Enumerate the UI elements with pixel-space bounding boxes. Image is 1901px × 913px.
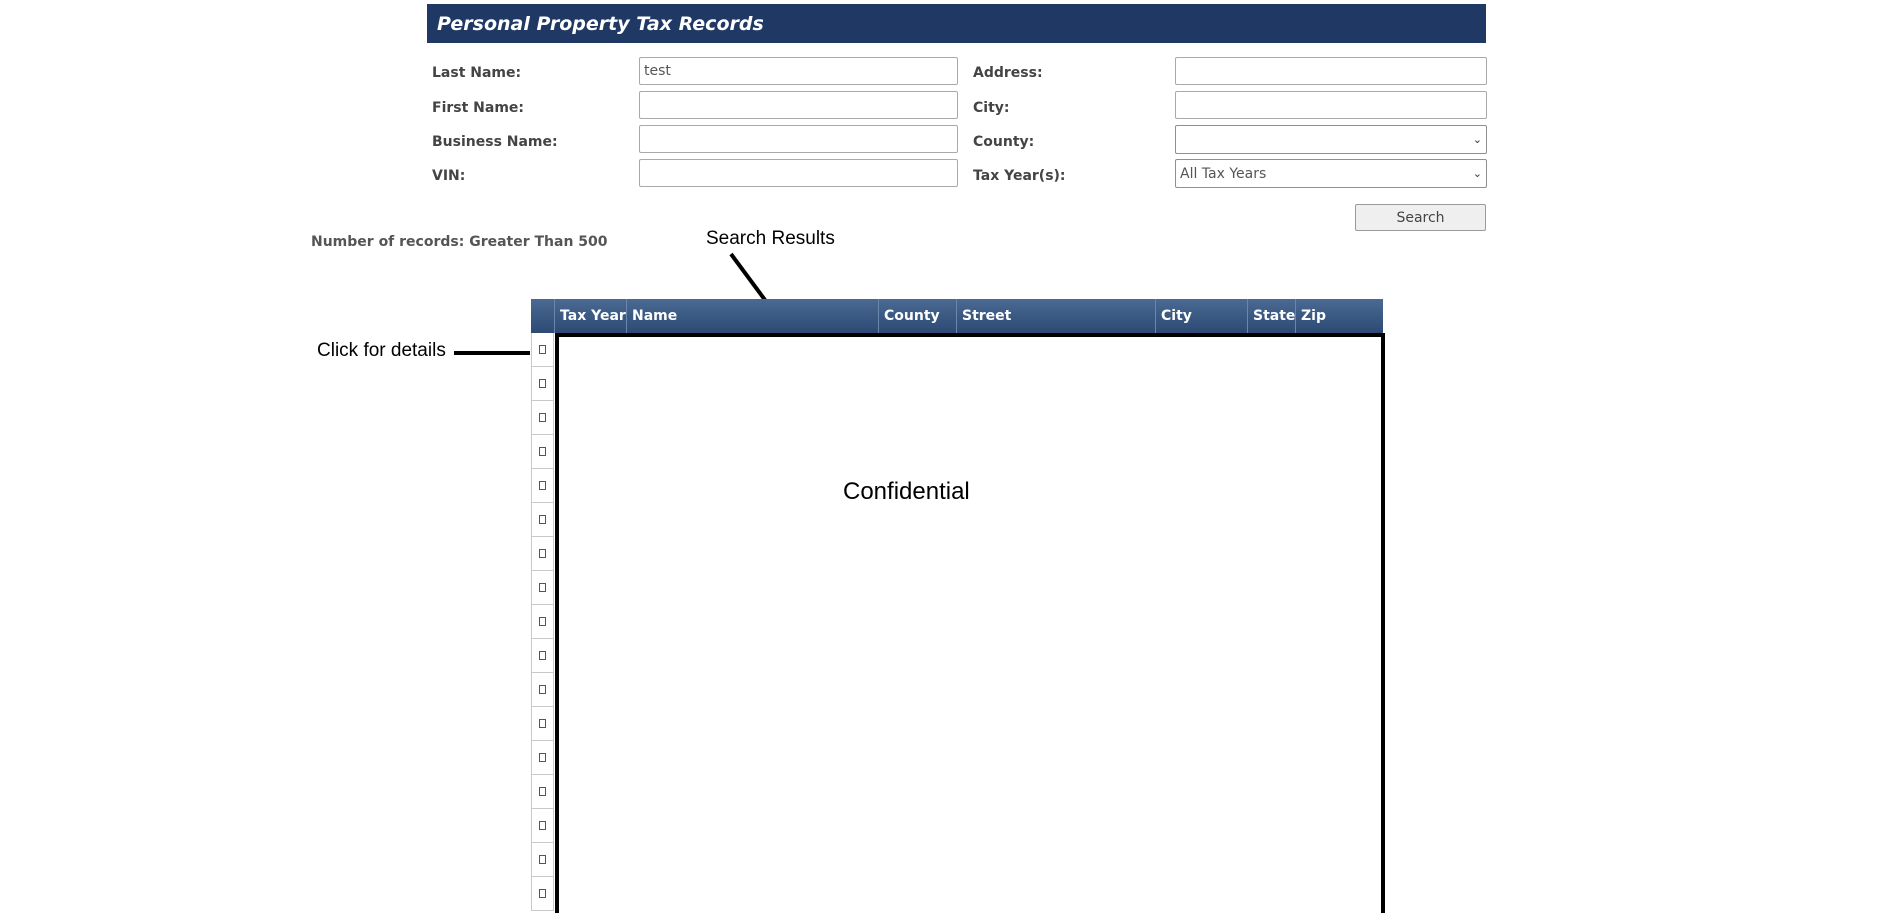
- details-box-icon: [539, 447, 546, 456]
- chevron-down-icon: ⌄: [1472, 167, 1482, 180]
- details-box-icon: [539, 549, 546, 558]
- row-details-selector[interactable]: [531, 639, 554, 673]
- first-name-input[interactable]: [639, 91, 958, 119]
- row-details-selector[interactable]: [531, 843, 554, 877]
- tax-year-label: Tax Year(s):: [973, 168, 1066, 184]
- address-label: Address:: [973, 65, 1043, 81]
- row-details-selector[interactable]: [531, 707, 554, 741]
- annotation-search-results: Search Results: [706, 228, 835, 249]
- details-box-icon: [539, 719, 546, 728]
- row-details-selector[interactable]: [531, 537, 554, 571]
- details-box-icon: [539, 379, 546, 388]
- row-selector-column: [531, 333, 555, 911]
- annotation-click-for-details: Click for details: [317, 340, 446, 361]
- details-box-icon: [539, 651, 546, 660]
- details-box-icon: [539, 821, 546, 830]
- column-header-tax-year[interactable]: Tax Year: [555, 299, 627, 333]
- tax-year-select[interactable]: All Tax Years ⌄: [1175, 159, 1487, 188]
- row-details-selector[interactable]: [531, 367, 554, 401]
- row-details-selector[interactable]: [531, 775, 554, 809]
- row-details-selector[interactable]: [531, 809, 554, 843]
- page-header: Personal Property Tax Records: [427, 4, 1486, 43]
- row-details-selector[interactable]: [531, 673, 554, 707]
- column-header-zip[interactable]: Zip: [1296, 299, 1383, 333]
- city-label: City:: [973, 100, 1010, 116]
- row-details-selector[interactable]: [531, 435, 554, 469]
- redacted-results-area: [555, 333, 1385, 913]
- details-box-icon: [539, 889, 546, 898]
- city-input[interactable]: [1175, 91, 1487, 119]
- column-header-county[interactable]: County: [879, 299, 957, 333]
- records-count: Number of records: Greater Than 500: [311, 234, 608, 250]
- last-name-input[interactable]: [639, 57, 958, 85]
- row-details-selector[interactable]: [531, 877, 554, 911]
- row-details-selector[interactable]: [531, 469, 554, 503]
- row-details-selector[interactable]: [531, 571, 554, 605]
- vin-input[interactable]: [639, 159, 958, 187]
- details-box-icon: [539, 787, 546, 796]
- business-name-label: Business Name:: [432, 134, 558, 150]
- details-box-icon: [539, 685, 546, 694]
- details-box-icon: [539, 753, 546, 762]
- details-box-icon: [539, 855, 546, 864]
- column-header-city[interactable]: City: [1156, 299, 1248, 333]
- search-button[interactable]: Search: [1355, 204, 1486, 231]
- column-header-street[interactable]: Street: [957, 299, 1156, 333]
- page-title: Personal Property Tax Records: [437, 12, 764, 35]
- details-box-icon: [539, 481, 546, 490]
- row-details-selector[interactable]: [531, 333, 554, 367]
- details-box-icon: [539, 583, 546, 592]
- confidential-label: Confidential: [843, 478, 970, 505]
- row-details-selector[interactable]: [531, 401, 554, 435]
- tax-year-selected-value: All Tax Years: [1180, 165, 1267, 182]
- grid-header-selector: [531, 299, 555, 333]
- details-box-icon: [539, 345, 546, 354]
- details-box-icon: [539, 617, 546, 626]
- vin-label: VIN:: [432, 168, 466, 184]
- annotation-pointer-line: [729, 252, 767, 302]
- results-grid-header: Tax Year Name County Street City State Z…: [531, 299, 1383, 333]
- details-box-icon: [539, 515, 546, 524]
- annotation-pointer-line: [454, 351, 530, 355]
- county-select[interactable]: ⌄: [1175, 125, 1487, 154]
- first-name-label: First Name:: [432, 100, 525, 116]
- last-name-label: Last Name:: [432, 65, 522, 81]
- business-name-input[interactable]: [639, 125, 958, 153]
- details-box-icon: [539, 413, 546, 422]
- address-input[interactable]: [1175, 57, 1487, 85]
- county-label: County:: [973, 134, 1035, 150]
- chevron-down-icon: ⌄: [1472, 133, 1482, 146]
- row-details-selector[interactable]: [531, 741, 554, 775]
- row-details-selector[interactable]: [531, 503, 554, 537]
- column-header-state[interactable]: State: [1248, 299, 1296, 333]
- row-details-selector[interactable]: [531, 605, 554, 639]
- column-header-name[interactable]: Name: [627, 299, 879, 333]
